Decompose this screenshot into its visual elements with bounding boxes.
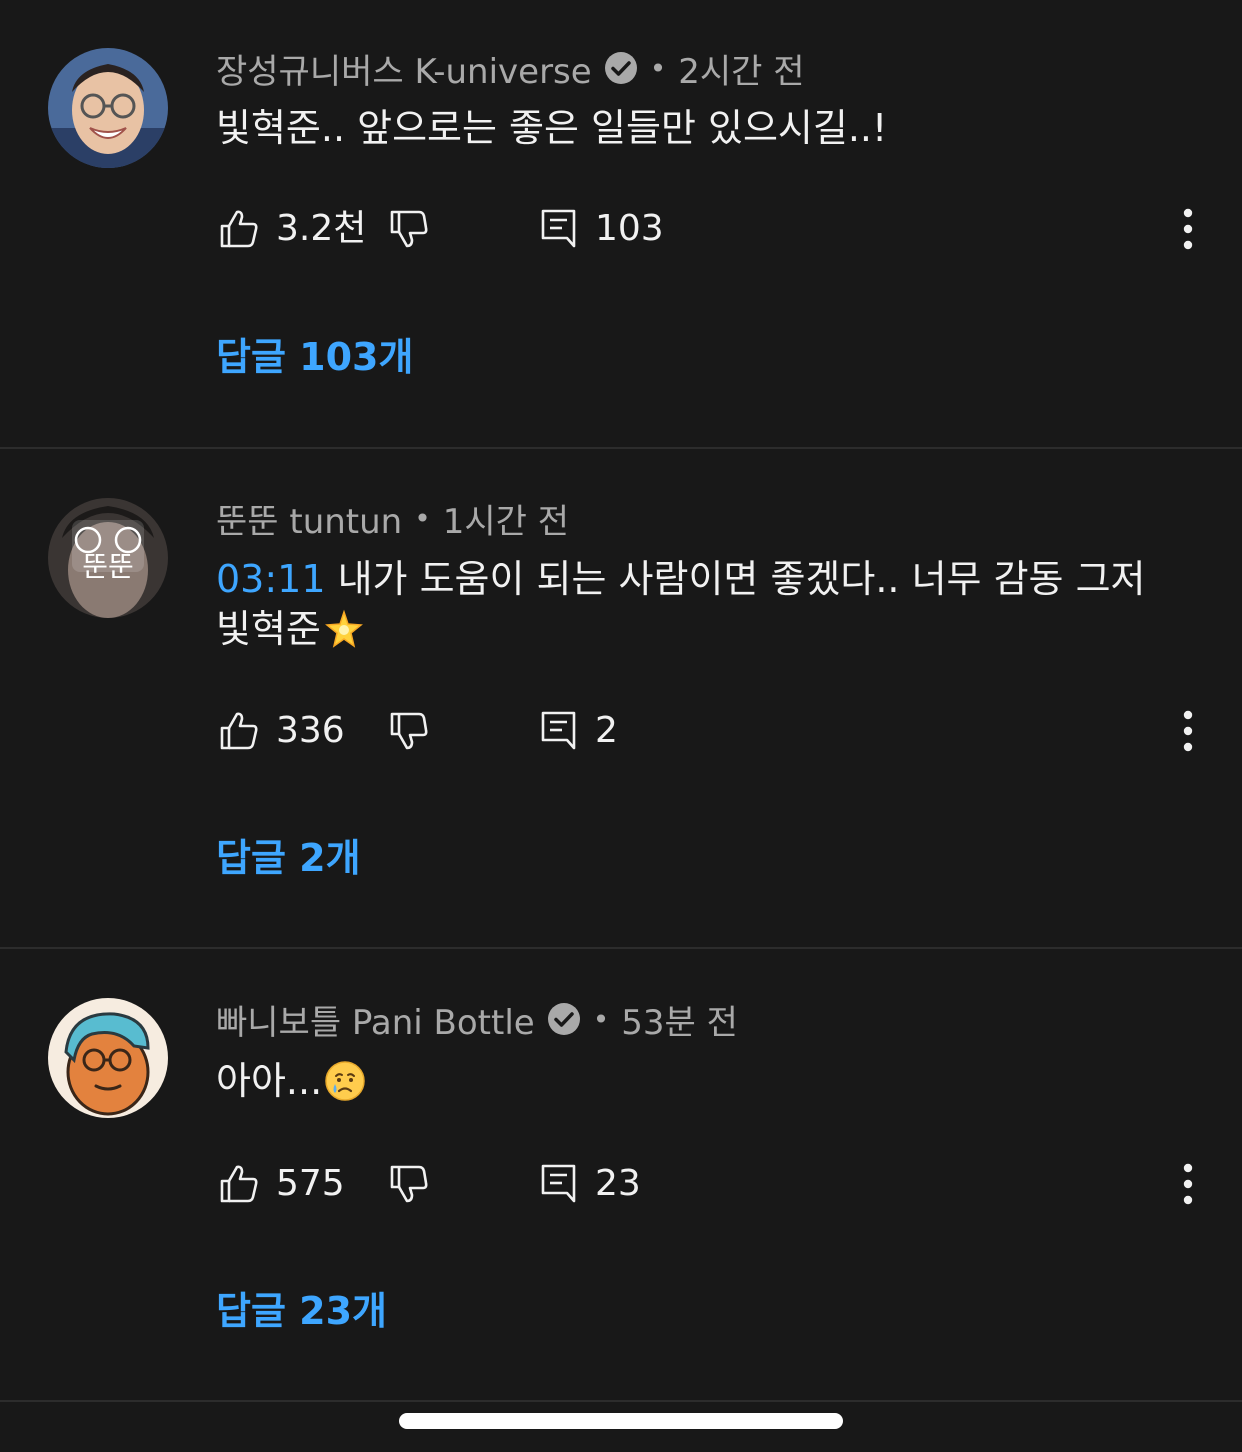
like-count: 3.2천	[276, 208, 367, 249]
meta-separator: •	[592, 1002, 610, 1036]
like-icon[interactable]	[216, 206, 262, 252]
reply-count: 103	[595, 208, 664, 249]
comment-actions: 336 2	[216, 708, 1216, 758]
reply-count: 23	[595, 1163, 641, 1204]
avatar-label: 뚠뚠	[82, 550, 134, 583]
divider	[0, 447, 1242, 449]
home-indicator[interactable]	[399, 1413, 843, 1429]
view-replies-button[interactable]: 답글 103개	[216, 332, 413, 382]
author-name[interactable]: 장성규니버스 K-universe	[216, 44, 592, 93]
reply-icon[interactable]	[538, 1161, 584, 1207]
avatar[interactable]: 뚠뚠	[48, 498, 168, 618]
like-count: 336	[276, 710, 345, 751]
comment-text-line: 빛혁준	[216, 607, 321, 651]
comment-text-line: 아아...	[216, 1059, 323, 1103]
like-count: 575	[276, 1163, 345, 1204]
comment-thread: 빠니보틀 Pani Bottle • 53분 전 아아... 575 23 답글…	[0, 950, 1242, 1400]
view-replies-button[interactable]: 답글 2개	[216, 833, 361, 883]
dislike-icon[interactable]	[386, 206, 432, 252]
comment-thread: 뚠뚠 뚠뚠 tuntun • 1시간 전 03:11 내가 도움이 되는 사람이…	[0, 450, 1242, 948]
more-options-icon[interactable]	[1164, 1159, 1210, 1209]
comment-time: 53분 전	[621, 1002, 738, 1043]
reply-icon[interactable]	[538, 206, 584, 252]
dislike-icon[interactable]	[386, 708, 432, 754]
meta-separator: •	[414, 501, 431, 535]
dislike-icon[interactable]	[386, 1161, 432, 1207]
meta-separator: •	[649, 51, 667, 85]
verified-badge-icon	[604, 51, 638, 85]
comment-text: 03:11 내가 도움이 되는 사람이면 좋겠다.. 너무 감동 그저 빛혁준	[216, 554, 1196, 654]
comment-text: 빛혁준.. 앞으로는 좋은 일들만 있으시길..!	[216, 106, 888, 150]
comment-time: 1시간 전	[442, 501, 570, 542]
reply-icon[interactable]	[538, 708, 584, 754]
divider	[0, 947, 1242, 949]
reply-count: 2	[595, 710, 618, 751]
comment-time: 2시간 전	[678, 51, 805, 92]
view-replies-button[interactable]: 답글 23개	[216, 1286, 387, 1336]
comments-page: 장성규니버스 K-universe • 2시간 전 빛혁준.. 앞으로는 좋은 …	[0, 0, 1242, 1452]
comment-actions: 575 23	[216, 1161, 1216, 1211]
like-icon[interactable]	[216, 708, 262, 754]
timestamp-link[interactable]: 03:11	[216, 557, 326, 601]
avatar[interactable]	[48, 48, 168, 168]
verified-badge-icon	[547, 1002, 581, 1036]
more-options-icon[interactable]	[1164, 204, 1210, 254]
comment-text-line: 내가 도움이 되는 사람이면 좋겠다.. 너무 감동 그저	[325, 557, 1146, 601]
avatar[interactable]	[48, 998, 168, 1118]
comment-meta: 뚠뚠 tuntun • 1시간 전	[216, 494, 570, 543]
comment-meta: 빠니보틀 Pani Bottle • 53분 전	[216, 995, 738, 1044]
comment-meta: 장성규니버스 K-universe • 2시간 전	[216, 44, 805, 93]
glowing-star-icon	[324, 609, 363, 648]
divider	[0, 1400, 1242, 1402]
comment-actions: 3.2천 103	[216, 206, 1216, 256]
author-name[interactable]: 뚠뚠 tuntun	[216, 494, 402, 543]
comment-thread: 장성규니버스 K-universe • 2시간 전 빛혁준.. 앞으로는 좋은 …	[0, 0, 1242, 448]
like-icon[interactable]	[216, 1161, 262, 1207]
more-options-icon[interactable]	[1164, 706, 1210, 756]
author-name[interactable]: 빠니보틀 Pani Bottle	[216, 995, 535, 1044]
crying-face-icon	[325, 1061, 365, 1101]
comment-text: 아아...	[216, 1056, 1196, 1106]
